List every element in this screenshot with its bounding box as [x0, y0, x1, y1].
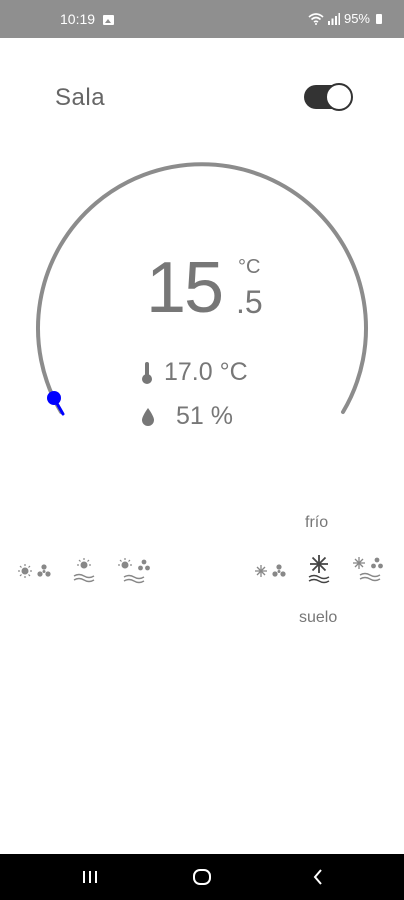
heat-fan-floor-mode-button[interactable]: [114, 554, 154, 590]
status-right: 95%: [308, 11, 382, 26]
heat-fan-mode-button[interactable]: [14, 554, 54, 590]
back-icon: [313, 869, 322, 885]
toggle-knob: [325, 83, 353, 111]
recents-button[interactable]: [60, 854, 120, 900]
setpoint-integer: 15: [146, 248, 224, 328]
thermometer-icon: [142, 361, 152, 384]
back-button[interactable]: [288, 854, 348, 900]
system-nav-bar: [0, 854, 404, 900]
gallery-notification-icon: [103, 15, 114, 25]
droplet-icon: [142, 407, 154, 426]
cool-fan-mode-button[interactable]: [250, 554, 290, 590]
status-time: 10:19: [60, 11, 96, 27]
room-name: Sala: [55, 84, 106, 111]
home-icon: [193, 869, 211, 885]
cool-floor-mode-button[interactable]: [299, 552, 339, 588]
current-temperature: 17.0 °C: [140, 358, 248, 387]
status-bar: 10:19 95%: [0, 0, 404, 38]
recents-icon: [83, 871, 97, 883]
snowflake-icon: [308, 555, 330, 584]
battery-percent: 95%: [343, 11, 370, 26]
setpoint-decimal: .5: [236, 284, 263, 320]
heat-floor-mode-button[interactable]: [64, 554, 104, 590]
power-toggle[interactable]: [304, 82, 354, 112]
cold-mode-label: frío: [305, 514, 329, 531]
cool-fan-floor-mode-button[interactable]: [348, 552, 388, 588]
current-temperature-value: 17.0 °C: [164, 358, 248, 386]
signal-icon: [327, 12, 340, 25]
dial-handle: [47, 391, 61, 405]
sun-floor-icon: [73, 558, 95, 583]
wifi-icon: [308, 12, 324, 25]
setpoint-unit: °C: [238, 256, 261, 278]
snow-fan-floor-icon: [353, 557, 383, 582]
home-button[interactable]: [172, 854, 232, 900]
sun-fan-icon: [18, 564, 51, 578]
sun-fan-floor-icon: [118, 558, 150, 584]
snow-fan-icon: [255, 564, 286, 577]
battery-icon: [376, 13, 382, 24]
floor-mode-label: suelo: [299, 609, 338, 626]
humidity: 51 %: [140, 402, 233, 431]
humidity-value: 51 %: [176, 402, 233, 430]
